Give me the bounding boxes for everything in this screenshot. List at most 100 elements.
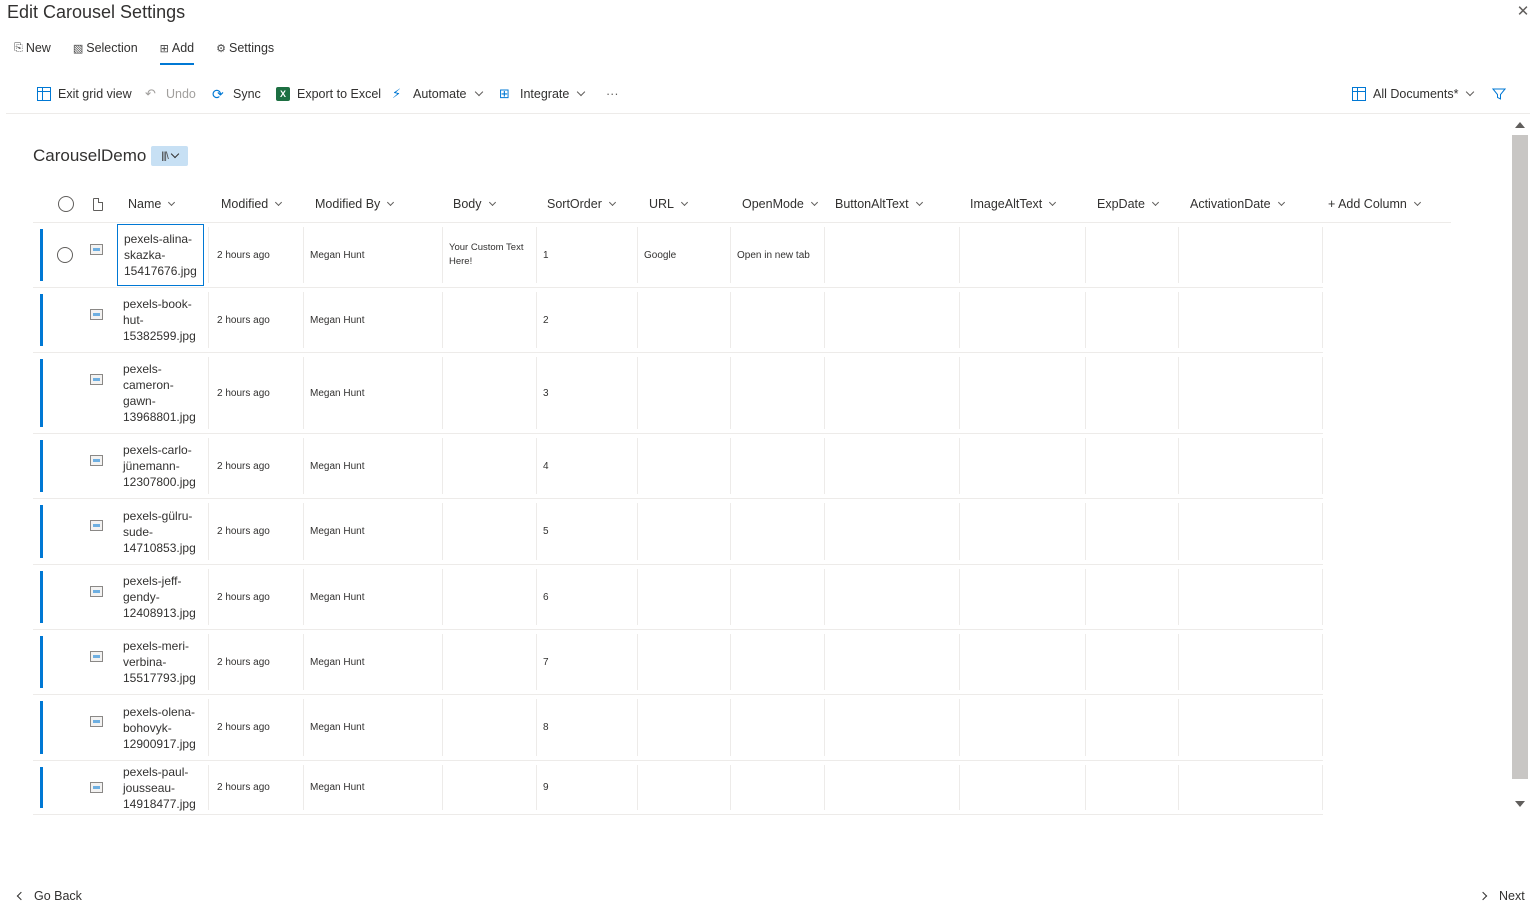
- table-row[interactable]: pexels-olena-bohovyk- 12900917.jpg 2 hours…: [33, 695, 1323, 761]
- scroll-up-icon[interactable]: [1515, 122, 1525, 128]
- file-name-cell[interactable]: pexels-gülru-sude- 14710853.jpg: [117, 499, 209, 564]
- sort-order-cell[interactable]: 6: [543, 565, 549, 629]
- modified-by-cell[interactable]: Megan Hunt: [310, 630, 364, 694]
- table-row[interactable]: pexels-alina-skazka- 15417676.jpg 2 hours …: [33, 223, 1323, 288]
- table-row[interactable]: pexels-meri-verbina- 15517793.jpg 2 hours …: [33, 630, 1323, 695]
- column-header-modified-by[interactable]: Modified By: [315, 185, 395, 223]
- export-to-excel-button[interactable]: X Export to Excel: [276, 78, 381, 110]
- automate-button[interactable]: ⚡ Automate: [392, 78, 483, 110]
- table-row[interactable]: pexels-cameron-gawn- 13968801.jpg 2 hours …: [33, 353, 1323, 434]
- tab-selection[interactable]: ▧ Selection: [73, 36, 138, 60]
- file-type-header[interactable]: [93, 185, 103, 223]
- modified-cell[interactable]: 2 hours ago: [217, 565, 270, 629]
- modified-by-cell[interactable]: Megan Hunt: [310, 288, 364, 352]
- scrollbar-thumb[interactable]: [1512, 135, 1528, 779]
- column-header-name[interactable]: Name: [128, 185, 176, 223]
- modified-cell[interactable]: 2 hours ago: [217, 695, 270, 760]
- more-options-button[interactable]: ···: [606, 78, 619, 110]
- file-name[interactable]: pexels-gülru-sude- 14710853.jpg: [117, 508, 202, 556]
- image-file-icon: [90, 244, 103, 255]
- sort-order-cell[interactable]: 4: [543, 434, 549, 498]
- modified-cell[interactable]: 2 hours ago: [217, 223, 270, 287]
- file-name-cell[interactable]: pexels-paul-jousseau- 14918477.jpg: [117, 761, 209, 814]
- cell-divider: [824, 634, 825, 690]
- column-header-expdate[interactable]: ExpDate: [1097, 185, 1159, 223]
- modified-cell[interactable]: 2 hours ago: [217, 353, 270, 433]
- column-header-body[interactable]: Body: [453, 185, 496, 223]
- file-name[interactable]: pexels-jeff-gendy- 12408913.jpg: [117, 573, 202, 621]
- modified-cell[interactable]: 2 hours ago: [217, 630, 270, 694]
- modified-cell[interactable]: 2 hours ago: [217, 434, 270, 498]
- tab-new[interactable]: ⎘ New: [14, 36, 51, 60]
- table-row[interactable]: pexels-jeff-gendy- 12408913.jpg 2 hours ag…: [33, 565, 1323, 630]
- file-name-cell[interactable]: pexels-carlo-jünemann- 12307800.jpg: [117, 434, 209, 498]
- scroll-down-icon[interactable]: [1515, 801, 1525, 807]
- modified-by-cell[interactable]: Megan Hunt: [310, 353, 364, 433]
- file-name[interactable]: pexels-carlo-jünemann- 12307800.jpg: [117, 442, 202, 490]
- go-back-button[interactable]: Go Back: [16, 889, 82, 903]
- sync-button[interactable]: ⟳ Sync: [212, 78, 261, 110]
- modified-by-cell[interactable]: Megan Hunt: [310, 223, 364, 287]
- undo-button[interactable]: ↶ Undo: [145, 78, 196, 110]
- sort-order-cell[interactable]: 3: [543, 353, 549, 433]
- file-name[interactable]: pexels-meri-verbina- 15517793.jpg: [117, 638, 202, 686]
- file-name[interactable]: pexels-alina-skazka- 15417676.jpg: [117, 224, 204, 286]
- body-cell[interactable]: Your Custom Text Here!: [449, 223, 523, 287]
- file-name-cell[interactable]: pexels-meri-verbina- 15517793.jpg: [117, 630, 209, 694]
- file-name[interactable]: pexels-cameron-gawn- 13968801.jpg: [117, 361, 202, 425]
- table-row[interactable]: pexels-book-hut- 15382599.jpg 2 hours ago M…: [33, 288, 1323, 353]
- table-row[interactable]: pexels-carlo-jünemann- 12307800.jpg 2 hour…: [33, 434, 1323, 499]
- sort-order-cell[interactable]: 7: [543, 630, 549, 694]
- column-header-imagealttext[interactable]: ImageAltText: [970, 185, 1057, 223]
- column-header-openmode[interactable]: OpenMode: [742, 185, 818, 223]
- column-header-modified[interactable]: Modified: [221, 185, 283, 223]
- exit-grid-view-button[interactable]: Exit grid view: [37, 78, 132, 110]
- filter-button[interactable]: [1492, 78, 1506, 110]
- add-column-button[interactable]: + Add Column: [1328, 185, 1421, 223]
- integrate-label: Integrate: [520, 87, 570, 101]
- url-link[interactable]: Google: [644, 223, 676, 287]
- close-icon[interactable]: ✕: [1515, 4, 1531, 20]
- file-name[interactable]: pexels-olena-bohovyk- 12900917.jpg: [117, 704, 202, 752]
- modified-cell[interactable]: 2 hours ago: [217, 761, 270, 814]
- column-header-url[interactable]: URL: [649, 185, 689, 223]
- modified-by-cell[interactable]: Megan Hunt: [310, 761, 364, 814]
- file-name[interactable]: pexels-book-hut- 15382599.jpg: [117, 296, 202, 344]
- tab-add[interactable]: ⊞ Add: [159, 36, 195, 65]
- next-button[interactable]: Next: [1478, 889, 1525, 903]
- column-header-sortorder[interactable]: SortOrder: [547, 185, 616, 223]
- column-header-activationdate[interactable]: ActivationDate: [1190, 185, 1285, 223]
- row-selection-bar: [40, 440, 43, 492]
- modified-by-cell[interactable]: Megan Hunt: [310, 695, 364, 760]
- open-mode-cell[interactable]: Open in new tab: [737, 223, 810, 287]
- vertical-scrollbar[interactable]: [1510, 117, 1530, 814]
- table-row[interactable]: pexels-gülru-sude- 14710853.jpg 2 hours ag…: [33, 499, 1323, 565]
- file-name-cell[interactable]: pexels-alina-skazka- 15417676.jpg: [117, 223, 209, 287]
- sort-order-cell[interactable]: 8: [543, 695, 549, 760]
- sort-order-cell[interactable]: 1: [543, 223, 549, 287]
- select-all-radio[interactable]: [58, 185, 74, 223]
- modified-by-cell[interactable]: Megan Hunt: [310, 565, 364, 629]
- file-name[interactable]: pexels-paul-jousseau- 14918477.jpg: [117, 764, 202, 812]
- column-header-buttonalttext[interactable]: ButtonAltText: [835, 185, 923, 223]
- sort-order-cell[interactable]: 2: [543, 288, 549, 352]
- library-view-switcher[interactable]: |||\: [151, 146, 188, 166]
- sort-order-cell-text: 5: [543, 526, 549, 537]
- modified-by-cell[interactable]: Megan Hunt: [310, 434, 364, 498]
- integrate-button[interactable]: ⊞ Integrate: [499, 78, 586, 110]
- cell-divider: [824, 227, 825, 283]
- modified-cell[interactable]: 2 hours ago: [217, 288, 270, 352]
- sort-order-cell[interactable]: 5: [543, 499, 549, 564]
- cell-divider: [442, 765, 443, 810]
- tab-settings[interactable]: ⚙ Settings: [216, 36, 274, 60]
- file-name-cell[interactable]: pexels-book-hut- 15382599.jpg: [117, 288, 209, 352]
- row-select-radio[interactable]: [57, 223, 73, 287]
- modified-cell[interactable]: 2 hours ago: [217, 499, 270, 564]
- file-name-cell[interactable]: pexels-jeff-gendy- 12408913.jpg: [117, 565, 209, 629]
- sort-order-cell[interactable]: 9: [543, 761, 549, 814]
- table-row[interactable]: pexels-paul-jousseau- 14918477.jpg 2 hours…: [33, 761, 1323, 815]
- view-selector[interactable]: All Documents*: [1352, 78, 1475, 110]
- file-name-cell[interactable]: pexels-cameron-gawn- 13968801.jpg: [117, 353, 209, 433]
- modified-by-cell[interactable]: Megan Hunt: [310, 499, 364, 564]
- file-name-cell[interactable]: pexels-olena-bohovyk- 12900917.jpg: [117, 695, 209, 760]
